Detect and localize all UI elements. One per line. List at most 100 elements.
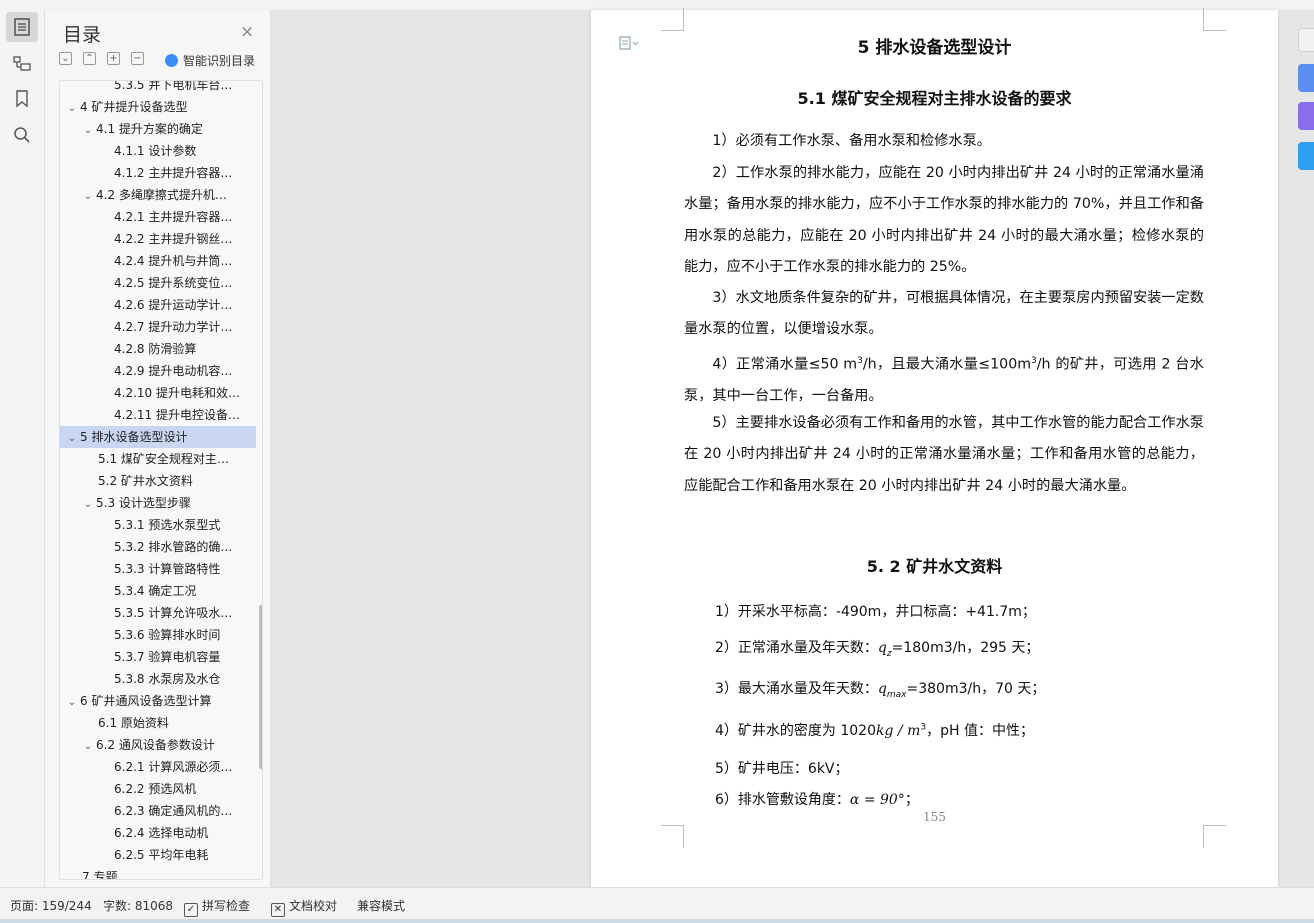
toc-item[interactable]: 5.1 煤矿安全规程对主…	[60, 448, 256, 470]
q-subscript: max	[886, 689, 907, 700]
toc-item[interactable]: 6.1 原始资料	[60, 712, 256, 734]
toc-item-label: 6 矿井通风设备选型计算	[80, 694, 212, 708]
toc-item[interactable]: 4.2.6 提升运动学计…	[60, 294, 256, 316]
toc-item[interactable]: 5.2 矿井水文资料	[60, 470, 256, 492]
page-corner-mark	[661, 825, 684, 848]
add-heading-icon[interactable]: +	[107, 52, 120, 65]
ai-icon	[165, 54, 178, 67]
hydro-item-1: 1）开采水平标高：-490m，井口标高：+41.7m；	[715, 604, 1036, 620]
page-corner-mark	[661, 8, 684, 31]
toc-item-label: 4.2.11 提升电控设备…	[114, 408, 240, 422]
proofread-icon: ✕	[271, 903, 285, 917]
toc-item[interactable]: 4.1.1 设计参数	[60, 140, 256, 162]
expand-up-icon[interactable]: ⌃	[83, 52, 96, 65]
toc-item-label: 4.2.5 提升系统变位…	[114, 276, 233, 290]
toc-item[interactable]: 5.3.8 水泵房及水仓	[60, 668, 256, 690]
bookmark-icon[interactable]	[6, 84, 38, 114]
toc-item-label: 5.3.4 确定工况	[114, 584, 197, 598]
toc-item-label: 5.3.3 计算管路特性	[114, 562, 221, 576]
toc-item[interactable]: 5.3.7 验算电机容量	[60, 646, 256, 668]
chevron-down-icon[interactable]: ⌄	[82, 120, 94, 140]
toc-item[interactable]: ⌄ 4.2 多绳摩擦式提升机…	[60, 184, 256, 206]
translate-icon[interactable]	[1298, 142, 1314, 170]
hydro-item-3-value: =380m3/h，70 天；	[906, 681, 1046, 697]
toc-item[interactable]: 6.2.5 平均年电耗	[60, 844, 256, 866]
ai-write-icon[interactable]	[1298, 102, 1314, 130]
hydro-item-2-value: =180m3/h，295 天；	[891, 640, 1040, 656]
toc-item[interactable]: 4.2.9 提升电动机容…	[60, 360, 256, 382]
toc-item[interactable]: 5.3.2 排水管路的确…	[60, 536, 256, 558]
ai-recognize-toc-button[interactable]: 智能识别目录	[165, 52, 255, 69]
chevron-down-icon[interactable]: ⌄	[82, 494, 94, 514]
chevron-down-icon[interactable]: ⌄	[82, 186, 94, 206]
toc-item[interactable]: ⌄ 6.2 通风设备参数设计	[60, 734, 256, 756]
page-corner-mark	[1203, 825, 1226, 848]
spell-check-button[interactable]: ✓ 拼写检查	[184, 897, 250, 917]
toc-item[interactable]: ⌄ 5 排水设备选型设计	[60, 426, 256, 448]
toc-item-label: 4.2.4 提升机与井筒…	[114, 254, 233, 268]
toc-item-label: 5.3.8 水泵房及水仓	[114, 672, 221, 686]
toc-item-label: 6.2.3 确定通风机的…	[114, 804, 233, 818]
toc-item[interactable]: 4.2.11 提升电控设备…	[60, 404, 256, 426]
toc-item[interactable]: 4.2.10 提升电耗和效…	[60, 382, 256, 404]
toc-item[interactable]: 4.2.5 提升系统变位…	[60, 272, 256, 294]
toc-item-label: 4.2.2 主井提升钢丝…	[114, 232, 233, 246]
chapter-navigation-icon[interactable]	[6, 48, 38, 78]
toc-item[interactable]: 7 专题	[60, 866, 256, 879]
toc-item-label: 6.1 原始资料	[98, 716, 169, 730]
word-count[interactable]: 字数: 81068	[103, 897, 173, 914]
hydro-item-6: 6）排水管敷设角度：α = 90°；	[715, 789, 919, 809]
toc-item-label: 6.2.2 预选风机	[114, 782, 197, 796]
hydro-item-2-label: 2）正常涌水量及年天数：	[715, 640, 878, 656]
toc-scrollbar[interactable]	[259, 605, 262, 769]
q-symbol: q	[877, 681, 887, 697]
remove-heading-icon[interactable]: −	[131, 52, 144, 65]
toc-item[interactable]: 4.2.1 主井提升容器…	[60, 206, 256, 228]
share-icon[interactable]	[1298, 28, 1314, 52]
toc-item[interactable]: 4.1.2 主井提升容器…	[60, 162, 256, 184]
toc-item[interactable]: 5.3.5 计算允许吸水…	[60, 602, 256, 624]
toc-item[interactable]: 6.2.3 确定通风机的…	[60, 800, 256, 822]
toc-item[interactable]: 4.2.2 主井提升钢丝…	[60, 228, 256, 250]
toc-item[interactable]: 4.2.7 提升动力学计…	[60, 316, 256, 338]
toc-tree: 5.3.5 井下电机车台… ⌄ 4 矿井提升设备选型 ⌄ 4.1 提升方案的确定 4.1.…	[59, 80, 263, 880]
hydro-item-4: 4）矿井水的密度为 1020kg / m3，pH 值：中性；	[715, 720, 1034, 740]
toc-item[interactable]: 5.3.5 井下电机车台…	[60, 81, 256, 96]
toc-item[interactable]: ⌄ 6 矿井通风设备选型计算	[60, 690, 256, 712]
close-icon[interactable]: ×	[240, 22, 254, 42]
toc-item-label: 5.3.6 验算排水时间	[114, 628, 221, 642]
section-heading-5-1: 5.1 煤矿安全规程对主排水设备的要求	[797, 89, 1072, 108]
hydro-item-4-label: 4）矿井水的密度为 1020	[715, 723, 876, 739]
toc-item[interactable]: ⌄ 5.3 设计选型步骤	[60, 492, 256, 514]
toc-item[interactable]: 5.3.6 验算排水时间	[60, 624, 256, 646]
chevron-down-icon[interactable]: ⌄	[66, 98, 78, 118]
chevron-down-icon[interactable]: ⌄	[66, 692, 78, 712]
chevron-down-icon[interactable]: ⌄	[82, 736, 94, 756]
toc-item[interactable]: ⌄ 4 矿井提升设备选型	[60, 96, 256, 118]
doc-assist-icon[interactable]	[1298, 64, 1314, 92]
chapter-heading: 5 排水设备选型设计	[857, 38, 1012, 58]
toc-item[interactable]: 6.2.4 选择电动机	[60, 822, 256, 844]
search-icon[interactable]	[6, 120, 38, 150]
toc-item[interactable]: 5.3.4 确定工况	[60, 580, 256, 602]
toc-item[interactable]: 5.3.3 计算管路特性	[60, 558, 256, 580]
ai-recognize-label: 智能识别目录	[183, 54, 256, 68]
toc-item-label: 4.2.8 防滑验算	[114, 342, 197, 356]
chevron-down-icon[interactable]: ⌄	[66, 428, 78, 448]
p4-text-b: /h，且最大涌水量≤100m	[862, 356, 1032, 373]
toc-item[interactable]: 6.2.2 预选风机	[60, 778, 256, 800]
toc-item-label: 4.2.10 提升电耗和效…	[114, 386, 240, 400]
toc-item-label: 4.2.1 主井提升容器…	[114, 210, 233, 224]
proofread-button[interactable]: ✕ 文档校对	[271, 897, 337, 917]
toc-item[interactable]: 5.3.1 预选水泵型式	[60, 514, 256, 536]
toc-item[interactable]: 4.2.8 防滑验算	[60, 338, 256, 360]
toc-item-label: 5.3.7 验算电机容量	[114, 650, 221, 664]
collapse-all-icon[interactable]: ⌄	[59, 52, 72, 65]
outline-icon[interactable]	[6, 12, 38, 42]
toc-item-label: 6.2.1 计算风源必须…	[114, 760, 233, 774]
toc-item[interactable]: ⌄ 4.1 提升方案的确定	[60, 118, 256, 140]
toc-item-label: 5.3.2 排水管路的确…	[114, 540, 233, 554]
toc-item[interactable]: 6.2.1 计算风源必须…	[60, 756, 256, 778]
section-heading-5-2: 5. 2 矿井水文资料	[866, 557, 1003, 576]
toc-item[interactable]: 4.2.4 提升机与井筒…	[60, 250, 256, 272]
